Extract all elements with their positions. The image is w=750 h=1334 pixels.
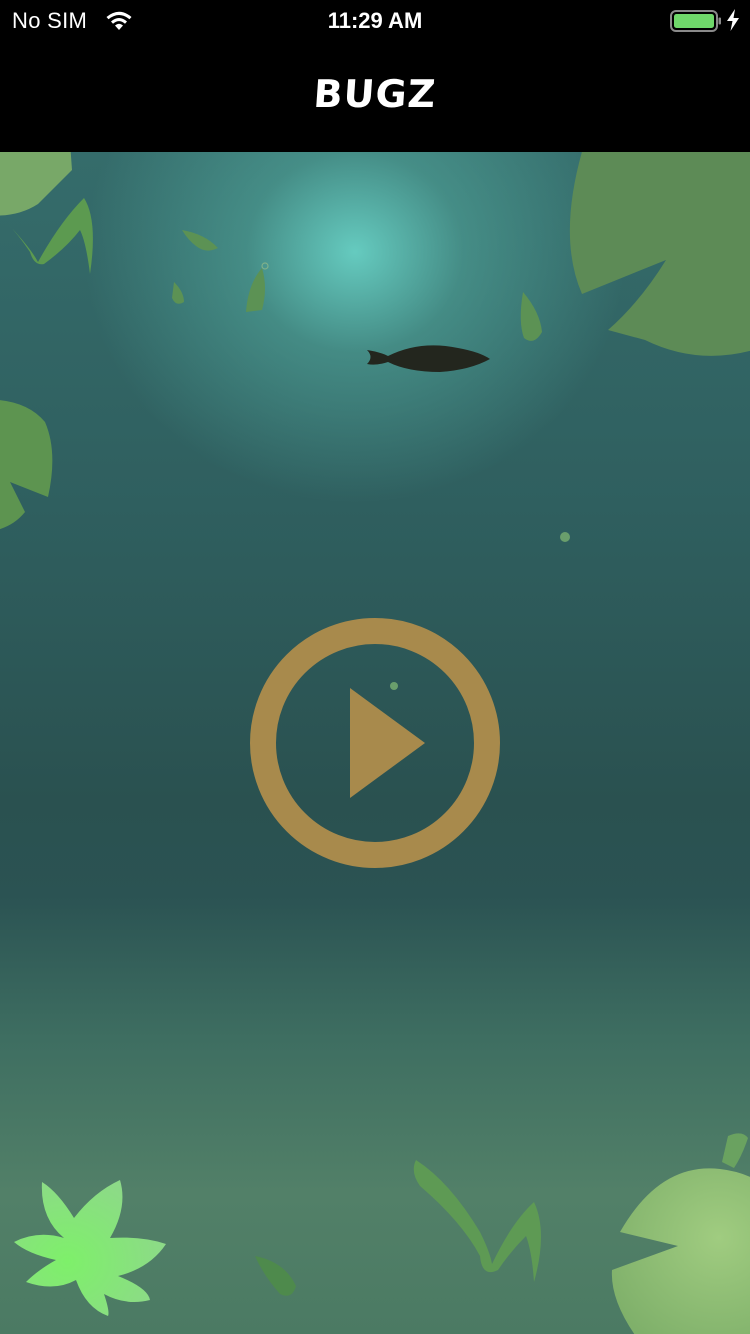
app-screen: No SIM 11:29 AM BUGZ bbox=[0, 0, 750, 1334]
lily-pad-left bbox=[0, 400, 53, 529]
lily-pad-bottom-right bbox=[611, 1168, 750, 1334]
play-icon bbox=[250, 618, 500, 868]
play-button[interactable] bbox=[250, 618, 500, 868]
bubble bbox=[261, 262, 269, 270]
reed-bottom bbox=[413, 1160, 541, 1282]
app-title: BUGZ bbox=[312, 72, 438, 116]
leaf-floating bbox=[520, 292, 542, 341]
battery-icon bbox=[670, 10, 721, 32]
particle bbox=[560, 532, 570, 542]
leaf-floating bbox=[246, 268, 265, 312]
lotus-flower bbox=[14, 1180, 166, 1316]
fish-silhouette bbox=[367, 345, 490, 372]
navigation-bar: BUGZ bbox=[0, 40, 750, 152]
status-time: 11:29 AM bbox=[327, 8, 423, 33]
leaf-floating bbox=[255, 1256, 296, 1296]
leaf-floating bbox=[182, 230, 218, 251]
lily-pad-top-right bbox=[569, 152, 750, 356]
leaf-floating bbox=[722, 1133, 748, 1168]
status-bar: No SIM 11:29 AM bbox=[0, 0, 750, 40]
charging-bolt-icon bbox=[727, 9, 739, 31]
leaf-floating bbox=[172, 282, 184, 304]
pond-scene bbox=[0, 152, 750, 1334]
lily-pad-top-left bbox=[0, 152, 72, 216]
